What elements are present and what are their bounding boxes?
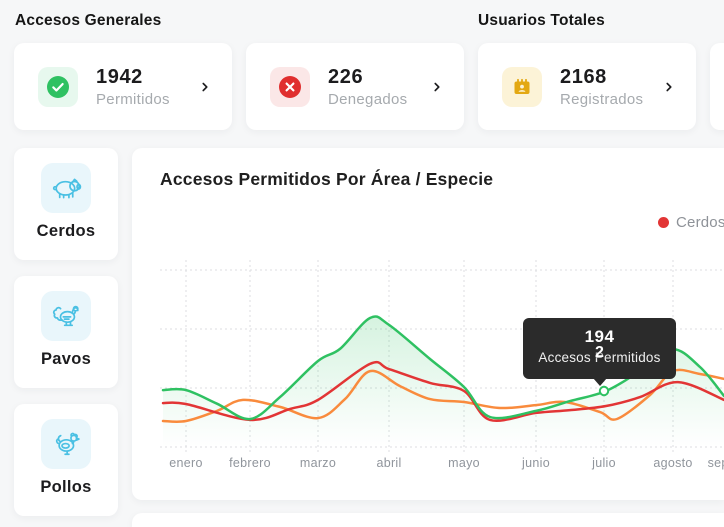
svg-text:mayo: mayo xyxy=(448,456,480,470)
chevron-right-icon[interactable] xyxy=(662,80,676,94)
species-label-cerdos: Cerdos xyxy=(36,222,96,240)
species-label-pollos: Pollos xyxy=(40,478,92,496)
chart-tooltip: 194 Accesos Permitidos 2 xyxy=(523,318,676,386)
species-card-pavos[interactable]: Pavos xyxy=(14,276,118,388)
chevron-right-icon[interactable] xyxy=(198,80,212,94)
stat-label-permitidos: Permitidos xyxy=(96,90,170,108)
svg-text:julio: julio xyxy=(591,456,616,470)
svg-text:febrero: febrero xyxy=(229,456,271,470)
species-card-pollos[interactable]: Pollos xyxy=(14,404,118,516)
stat-card-permitidos[interactable]: 1942 Permitidos xyxy=(14,43,232,130)
stat-card-partial[interactable] xyxy=(710,43,724,130)
stat-label-registrados: Registrados xyxy=(560,90,644,108)
x-circle-icon xyxy=(270,66,310,107)
svg-text:abril: abril xyxy=(376,456,401,470)
stat-text: 226 Denegados xyxy=(328,66,407,108)
turkey-icon xyxy=(41,291,91,341)
bottom-card-partial xyxy=(132,513,724,527)
rooster-icon xyxy=(41,419,91,469)
stat-value-registrados: 2168 xyxy=(560,65,607,88)
svg-text:enero: enero xyxy=(169,456,202,470)
id-badge-icon xyxy=(502,66,542,107)
pig-icon xyxy=(41,163,91,213)
svg-text:septiembre: septiembre xyxy=(708,456,724,470)
species-label-pavos: Pavos xyxy=(40,350,92,368)
chart-card: Accesos Permitidos Por Área / Especie Ce… xyxy=(132,148,724,500)
section-title-usuarios-totales: Usuarios Totales xyxy=(478,12,605,29)
stat-value-denegados: 226 xyxy=(328,65,364,88)
stat-label-denegados: Denegados xyxy=(328,90,408,108)
species-card-cerdos[interactable]: Cerdos xyxy=(14,148,118,260)
stat-value-permitidos: 1942 xyxy=(96,65,143,88)
svg-text:agosto: agosto xyxy=(653,456,692,470)
stat-card-registrados[interactable]: 2168 Registrados xyxy=(478,43,696,130)
section-title-accesos-generales: Accesos Generales xyxy=(15,12,162,29)
chevron-right-icon[interactable] xyxy=(430,80,444,94)
stat-card-denegados[interactable]: 226 Denegados xyxy=(246,43,464,130)
check-circle-icon xyxy=(38,66,78,107)
svg-text:junio: junio xyxy=(521,456,550,470)
stat-text: 1942 Permitidos xyxy=(96,66,170,108)
tooltip-overlay-value: 2 xyxy=(595,344,604,361)
svg-text:marzo: marzo xyxy=(300,456,336,470)
stat-text: 2168 Registrados xyxy=(560,66,643,108)
